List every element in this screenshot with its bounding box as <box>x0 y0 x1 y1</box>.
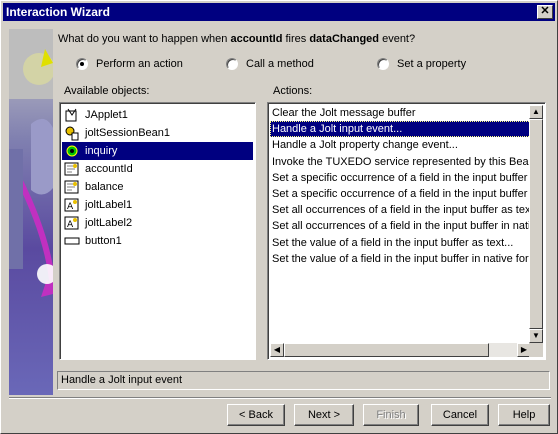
list-item[interactable]: Clear the Jolt message buffer <box>270 105 531 121</box>
vertical-scrollbar[interactable]: ▲ ▼ <box>529 105 543 343</box>
available-objects-list[interactable]: JApplet1 joltSessionBean1 inquiry accoun… <box>59 102 256 360</box>
list-item[interactable]: Set the value of a field in the input bu… <box>270 235 531 251</box>
scroll-thumb[interactable] <box>529 119 543 329</box>
radio-button[interactable] <box>226 58 238 70</box>
close-icon: ✕ <box>540 5 550 17</box>
list-item[interactable]: Set the value of a field in the input bu… <box>270 251 531 267</box>
list-item[interactable]: joltSessionBean1 <box>62 124 253 142</box>
svg-text:A: A <box>67 220 74 230</box>
button-separator <box>9 397 551 399</box>
radio-button-checked[interactable] <box>76 58 88 70</box>
scroll-up-button[interactable]: ▲ <box>529 105 543 119</box>
button-icon <box>64 233 80 249</box>
object-label: JApplet1 <box>85 109 128 121</box>
help-button[interactable]: Help <box>498 404 550 426</box>
option-label: Call a method <box>246 58 314 70</box>
question-prefix: What do you want to happen when <box>58 33 228 45</box>
list-item[interactable]: Invoke the TUXEDO service represented by… <box>270 154 531 170</box>
list-item[interactable]: button1 <box>62 232 253 250</box>
question-event: dataChanged <box>309 33 380 45</box>
list-item-selected[interactable]: inquiry <box>62 142 253 160</box>
scroll-thumb[interactable] <box>284 343 489 357</box>
list-item[interactable]: A joltLabel1 <box>62 196 253 214</box>
list-item[interactable]: Set a specific occurrence of a field in … <box>270 170 531 186</box>
svg-text:A: A <box>67 202 74 212</box>
list-item-selected[interactable]: Handle a Jolt input event... <box>270 121 531 138</box>
actions-list[interactable]: Clear the Jolt message buffer Handle a J… <box>267 102 546 360</box>
list-item[interactable]: balance <box>62 178 253 196</box>
field-bean-icon <box>64 161 80 177</box>
option-label: Perform an action <box>96 58 183 70</box>
option-set-property[interactable]: Set a property <box>377 58 466 70</box>
object-label: accountId <box>85 163 133 175</box>
list-item[interactable]: accountId <box>62 160 253 178</box>
object-label: joltLabel1 <box>85 199 133 211</box>
actions-label: Actions: <box>273 85 313 97</box>
arrow-down-icon: ▼ <box>532 331 540 340</box>
arrow-right-icon: ▶ <box>520 345 528 354</box>
field-bean-icon <box>64 179 80 195</box>
object-label: inquiry <box>85 145 118 157</box>
option-label: Set a property <box>397 58 467 70</box>
close-button[interactable]: ✕ <box>537 5 553 19</box>
arrow-up-icon: ▲ <box>532 107 540 116</box>
option-perform-action[interactable]: Perform an action <box>76 58 183 70</box>
finish-button[interactable]: Finish <box>363 404 419 426</box>
status-description: Handle a Jolt input event <box>57 371 550 390</box>
label-bean-icon: A <box>64 197 80 213</box>
actions-list-viewport: Clear the Jolt message buffer Handle a J… <box>270 105 531 343</box>
object-label: joltLabel2 <box>85 217 133 229</box>
object-label: joltSessionBean1 <box>85 127 171 139</box>
list-item[interactable]: Handle a Jolt property change event... <box>270 137 531 153</box>
applet-icon <box>64 107 80 123</box>
label-bean-icon: A <box>64 215 80 231</box>
available-objects-label: Available objects: <box>64 85 150 97</box>
question-source: accountId <box>230 33 283 45</box>
window-title: Interaction Wizard <box>6 5 110 19</box>
title-bar[interactable]: Interaction Wizard ✕ <box>3 3 555 21</box>
wizard-question: What do you want to happen when accountI… <box>58 33 415 45</box>
interaction-wizard-window: Interaction Wizard ✕ What do you want to… <box>0 0 558 434</box>
list-item[interactable]: Set a specific occurrence of a field in … <box>270 186 531 202</box>
back-button[interactable]: < Back <box>227 404 285 426</box>
list-item[interactable]: A joltLabel2 <box>62 214 253 232</box>
scroll-left-button[interactable]: ◀ <box>270 343 284 357</box>
radio-button[interactable] <box>377 58 389 70</box>
list-item[interactable]: Set all occurrences of a field in the in… <box>270 218 531 234</box>
object-label: button1 <box>85 235 122 247</box>
next-button[interactable]: Next > <box>294 404 354 426</box>
arrow-left-icon: ◀ <box>273 345 281 354</box>
bean-gear-icon <box>64 143 80 159</box>
horizontal-scrollbar[interactable]: ◀ ▶ <box>270 343 531 357</box>
scroll-down-button[interactable]: ▼ <box>529 329 543 343</box>
wizard-side-art <box>9 29 53 395</box>
option-call-method[interactable]: Call a method <box>226 58 314 70</box>
scrollbar-corner <box>529 343 543 357</box>
question-fires: fires <box>285 33 307 45</box>
cancel-button[interactable]: Cancel <box>431 404 489 426</box>
list-item[interactable]: JApplet1 <box>62 106 253 124</box>
question-suffix: event? <box>382 33 416 45</box>
list-item[interactable]: Set all occurrences of a field in the in… <box>270 202 531 218</box>
object-label: balance <box>85 181 124 193</box>
session-bean-icon <box>64 125 80 141</box>
